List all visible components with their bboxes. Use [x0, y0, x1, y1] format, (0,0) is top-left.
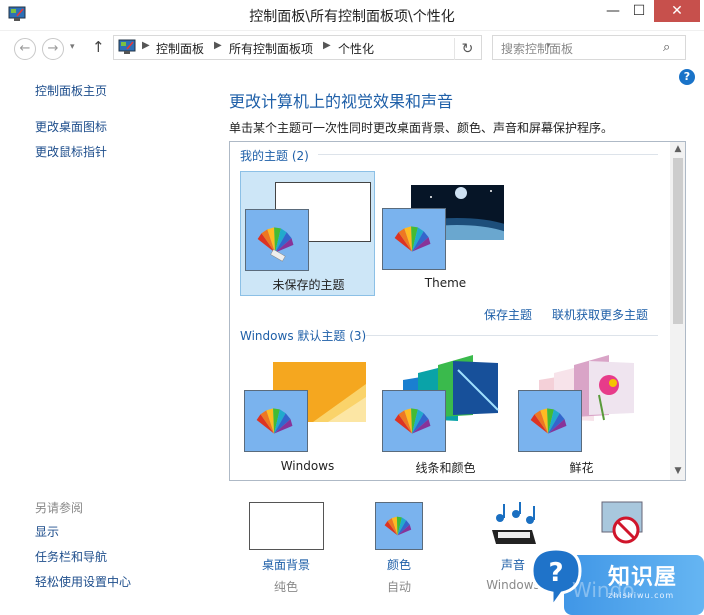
theme-label: 鲜花 [569, 461, 594, 475]
background-swatch [249, 502, 324, 550]
refresh-button[interactable]: ↻ [454, 38, 480, 60]
color-value: 自动 [386, 580, 411, 594]
color-palette-icon [244, 390, 308, 452]
see-also-taskbar[interactable]: 任务栏和导航 [35, 548, 107, 565]
search-placeholder: 搜索控制面板 [501, 42, 574, 56]
control-panel-icon [118, 39, 136, 54]
chevron-right-icon: ▶ [214, 40, 222, 51]
search-input[interactable]: 搜索控制面板 ⌕ [492, 35, 686, 60]
svg-text:?: ? [548, 558, 563, 588]
screen-saver-icon[interactable] [598, 500, 652, 548]
sidebar-link-desktop-icons[interactable]: 更改桌面图标 [35, 118, 107, 135]
watermark-subtext: zhishiwu.com [608, 591, 675, 600]
see-also-ease-of-access[interactable]: 轻松使用设置中心 [35, 573, 131, 590]
page-title: 更改计算机上的视觉效果和声音 [229, 92, 454, 111]
sidebar-link-home[interactable]: 控制面板主页 [35, 82, 107, 99]
color-palette-icon [382, 208, 446, 270]
maximize-button[interactable]: ☐ [622, 0, 656, 22]
scroll-down-icon[interactable]: ▼ [670, 466, 685, 476]
group-divider [366, 335, 658, 336]
see-also-heading: 另请参阅 [35, 501, 84, 515]
desktop-background-label[interactable]: 桌面背景 [241, 556, 331, 573]
theme-label: Theme [424, 276, 467, 290]
chevron-right-icon: ▶ [323, 40, 331, 51]
color-palette-icon [245, 209, 309, 271]
search-icon[interactable]: ⌕ [663, 40, 670, 55]
breadcrumb-all-items[interactable]: 所有控制面板项 [229, 40, 313, 57]
color-setting[interactable]: 颜色 自动 [354, 500, 444, 596]
color-label[interactable]: 颜色 [354, 556, 444, 573]
desktop-background-value: 纯色 [273, 580, 298, 594]
watermark-text: 知识屋 [608, 565, 678, 590]
theme-tile-flowers[interactable]: 鲜花 [514, 350, 649, 475]
color-palette-icon [518, 390, 582, 452]
theme-tile-lines-colors[interactable]: 线条和颜色 [378, 350, 513, 475]
default-themes-heading: Windows 默认主题 (3) [240, 329, 367, 343]
theme-list: ▲ ▼ 我的主题 (2) 未保存的主题 Theme 保存主题 联机获取更多主题 … [229, 141, 686, 481]
back-button[interactable]: ← [14, 38, 36, 60]
save-theme-link[interactable]: 保存主题 [484, 306, 532, 323]
scroll-up-icon[interactable]: ▲ [670, 144, 685, 154]
theme-tile-theme[interactable]: Theme [378, 171, 513, 296]
page-description: 单击某个主题可一次性同时更改桌面背景、颜色、声音和屏幕保护程序。 [229, 121, 614, 135]
theme-tile-unsaved[interactable]: 未保存的主题 [240, 171, 375, 296]
close-button[interactable]: ✕ [654, 0, 700, 22]
theme-label: Windows [280, 459, 335, 473]
color-palette-icon [375, 502, 423, 550]
theme-label: 未保存的主题 [272, 278, 345, 292]
sidebar-link-mouse-pointers[interactable]: 更改鼠标指针 [35, 143, 107, 160]
theme-tile-windows[interactable]: Windows [240, 350, 375, 475]
chevron-right-icon: ▶ [142, 40, 150, 51]
address-bar[interactable]: ▶ 控制面板 ▶ 所有控制面板项 ▶ 个性化 ▾ [113, 35, 551, 60]
forward-button[interactable]: → [42, 38, 64, 60]
color-palette-icon [382, 390, 446, 452]
breadcrumb-control-panel[interactable]: 控制面板 [156, 40, 204, 57]
help-icon[interactable]: ? [679, 69, 695, 85]
theme-label: 线条和颜色 [415, 461, 476, 475]
scrollbar-thumb[interactable] [673, 158, 683, 324]
desktop-background-setting[interactable]: 桌面背景 纯色 [241, 500, 331, 596]
breadcrumb-personalization[interactable]: 个性化 [338, 40, 374, 57]
recent-locations-dropdown[interactable]: ▾ [70, 42, 75, 52]
get-more-themes-link[interactable]: 联机获取更多主题 [552, 306, 648, 323]
group-divider [318, 154, 658, 155]
my-themes-heading: 我的主题 (2) [240, 149, 309, 163]
up-button[interactable]: ↑ [92, 38, 105, 56]
see-also-display[interactable]: 显示 [35, 523, 59, 540]
sound-icon [492, 502, 536, 544]
